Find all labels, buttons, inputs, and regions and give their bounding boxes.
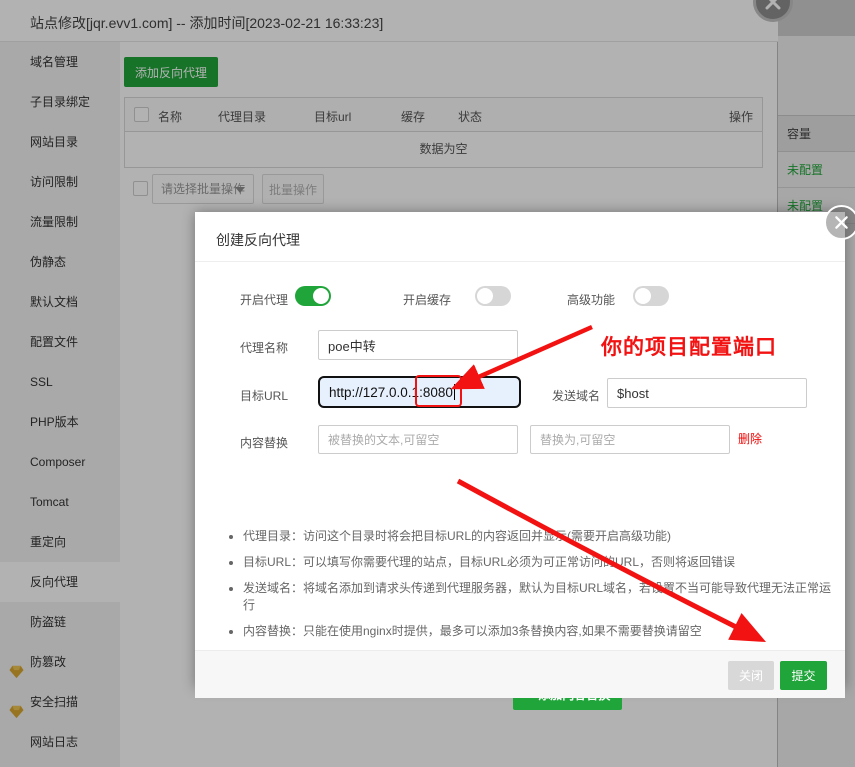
target-url-value: http://127.0.0.1:8080 bbox=[329, 385, 453, 400]
enable-proxy-toggle[interactable] bbox=[295, 286, 331, 306]
proxy-name-label: 代理名称 bbox=[240, 339, 288, 356]
toggle-knob bbox=[477, 288, 493, 304]
note-content-replace: 内容替换：只能在使用nginx时提供，最多可以添加3条替换内容,如果不需要替换请… bbox=[243, 623, 833, 640]
note-send-domain: 发送域名：将域名添加到请求头传递到代理服务器，默认为目标URL域名，若设置不当可… bbox=[243, 580, 833, 614]
enable-cache-label: 开启缓存 bbox=[403, 291, 451, 308]
target-url-input[interactable]: http://127.0.0.1:8080 bbox=[318, 376, 521, 408]
advanced-feature-toggle[interactable] bbox=[633, 286, 669, 306]
modal-title: 创建反向代理 bbox=[216, 230, 300, 250]
proxy-name-input[interactable] bbox=[318, 330, 518, 360]
replace-to-input[interactable] bbox=[530, 425, 730, 454]
content-replace-label: 内容替换 bbox=[240, 434, 288, 451]
help-notes: 代理目录：访问这个目录时将会把目标URL的内容返回并显示(需要开启高级功能) 目… bbox=[243, 528, 833, 649]
create-reverse-proxy-modal: 创建反向代理 开启代理 开启缓存 高级功能 代理名称 发送域名 目标URL 内容… bbox=[195, 212, 845, 688]
modal-footer: 关闭 提交 bbox=[195, 650, 845, 698]
note-target-url: 目标URL：可以填写你需要代理的站点，目标URL必须为可正常访问的URL，否则将… bbox=[243, 554, 833, 571]
text-caret bbox=[454, 384, 456, 400]
note-proxy-dir: 代理目录：访问这个目录时将会把目标URL的内容返回并显示(需要开启高级功能) bbox=[243, 528, 833, 545]
send-domain-label: 发送域名 bbox=[552, 387, 600, 404]
enable-cache-toggle[interactable] bbox=[475, 286, 511, 306]
delete-replace-link[interactable]: 删除 bbox=[738, 430, 762, 447]
modal-close-button[interactable] bbox=[824, 205, 855, 240]
toggle-knob bbox=[313, 288, 329, 304]
screen: 容量 未配置 未配置 站点修改[jqr.evv1.com] -- 添加时间[20… bbox=[0, 0, 855, 767]
target-url-label: 目标URL bbox=[240, 387, 288, 404]
advanced-feature-label: 高级功能 bbox=[567, 291, 615, 308]
toggle-knob bbox=[635, 288, 651, 304]
submit-button[interactable]: 提交 bbox=[780, 661, 827, 690]
send-domain-input[interactable] bbox=[607, 378, 807, 408]
close-icon bbox=[834, 215, 849, 230]
modal-header: 创建反向代理 bbox=[195, 212, 845, 262]
replace-from-input[interactable] bbox=[318, 425, 518, 454]
enable-proxy-label: 开启代理 bbox=[240, 291, 288, 308]
close-button[interactable]: 关闭 bbox=[728, 661, 774, 690]
